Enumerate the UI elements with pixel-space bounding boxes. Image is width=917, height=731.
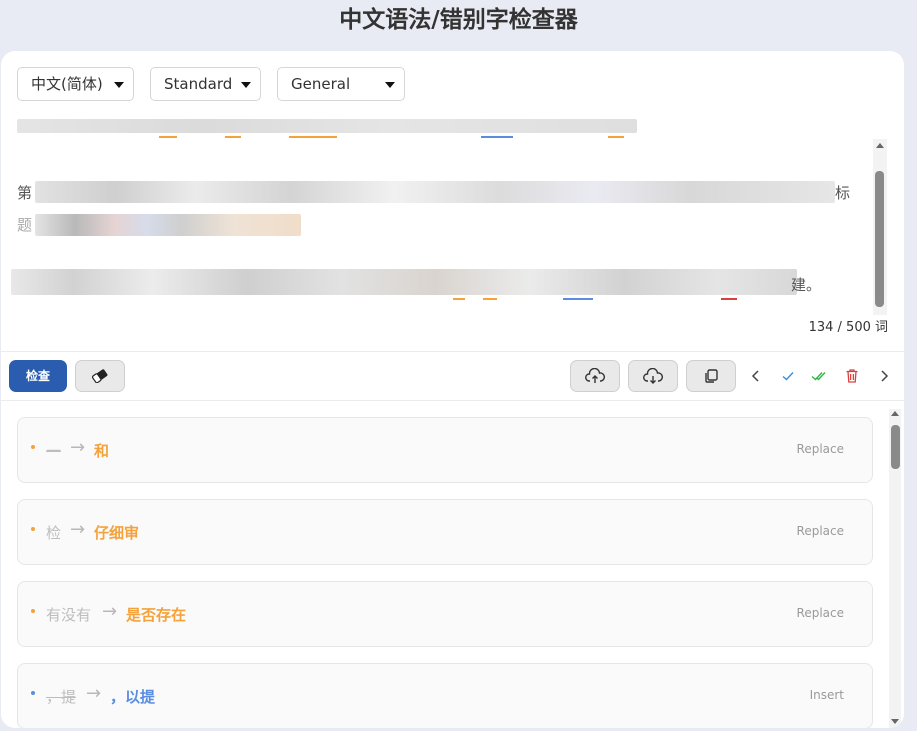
word-count: 134 / 500 词 bbox=[808, 320, 888, 335]
suggestion-action: Insert bbox=[809, 688, 844, 702]
editor-scrollbar-thumb[interactable] bbox=[875, 171, 884, 307]
suggestion-dot bbox=[31, 609, 35, 613]
suggestion-list: 一 → 和 Replace 检 → 仔细审 Replace 有没有 → 是否存在… bbox=[1, 401, 904, 728]
domain-select-value: General bbox=[291, 75, 351, 93]
trash-icon bbox=[846, 369, 858, 383]
suggestion-scrollbar-thumb[interactable] bbox=[891, 425, 900, 469]
editor-text: 建。 bbox=[791, 276, 822, 294]
suggestion-dot bbox=[31, 691, 35, 695]
suggestion-dot bbox=[31, 527, 35, 531]
cloud-download-icon bbox=[643, 368, 663, 384]
copy-button[interactable] bbox=[686, 360, 736, 392]
scroll-up-icon[interactable] bbox=[891, 411, 899, 416]
suggestion-replacement: 仔细审 bbox=[94, 524, 140, 542]
accept-button[interactable] bbox=[779, 367, 797, 385]
suggestion-original: 检 bbox=[46, 524, 62, 542]
divider bbox=[1, 351, 904, 352]
blurred-text-line bbox=[11, 269, 797, 295]
prev-suggestion-button[interactable] bbox=[747, 367, 765, 385]
editor-text: 第 bbox=[17, 184, 33, 202]
mode-select[interactable]: Standard bbox=[150, 67, 261, 101]
download-button[interactable] bbox=[628, 360, 678, 392]
accept-all-button[interactable] bbox=[811, 367, 829, 385]
delete-button[interactable] bbox=[843, 367, 861, 385]
blurred-text-line bbox=[17, 119, 637, 133]
chevron-left-icon bbox=[751, 370, 759, 382]
suggestion-replacement: ，以提 bbox=[110, 688, 156, 706]
suggestion-item[interactable]: ，提 → ，以提 Insert bbox=[17, 663, 873, 728]
text-editor[interactable]: 第 标 题 建。 bbox=[1, 119, 904, 351]
suggestion-item[interactable]: 有没有 → 是否存在 Replace bbox=[17, 581, 873, 647]
upload-button[interactable] bbox=[570, 360, 620, 392]
suggestion-original: 一 bbox=[46, 442, 62, 460]
checker-card: 中文(简体) Standard General 第 标 题 建。 134 / 5… bbox=[1, 51, 904, 728]
caret-down-icon bbox=[241, 82, 251, 88]
language-select-value: 中文(简体) bbox=[31, 75, 103, 93]
clear-button[interactable] bbox=[75, 360, 125, 392]
arrow-right-icon: → bbox=[70, 437, 86, 458]
chevron-right-icon bbox=[881, 370, 889, 382]
suggestion-action: Replace bbox=[796, 524, 844, 538]
error-underline bbox=[159, 136, 177, 138]
caret-down-icon bbox=[385, 82, 395, 88]
arrow-right-icon: → bbox=[86, 683, 102, 704]
cloud-upload-icon bbox=[585, 368, 605, 383]
caret-down-icon bbox=[114, 82, 124, 88]
domain-select[interactable]: General bbox=[277, 67, 405, 101]
error-underline bbox=[608, 136, 624, 138]
suggestion-replacement: 是否存在 bbox=[126, 606, 187, 624]
suggestion-action: Replace bbox=[796, 442, 844, 456]
error-underline bbox=[225, 136, 241, 138]
error-underline bbox=[289, 136, 337, 138]
language-select[interactable]: 中文(简体) bbox=[17, 67, 134, 101]
suggestion-dot bbox=[31, 445, 35, 449]
next-suggestion-button[interactable] bbox=[875, 367, 893, 385]
eraser-icon bbox=[91, 369, 108, 383]
error-underline bbox=[721, 298, 737, 300]
blurred-text-line bbox=[35, 214, 301, 236]
error-underline bbox=[483, 298, 497, 300]
copy-icon bbox=[705, 369, 718, 383]
suggestion-item[interactable]: 一 → 和 Replace bbox=[17, 417, 873, 483]
suggestion-original: 有没有 bbox=[46, 606, 92, 624]
page-title: 中文语法/错别字检查器 bbox=[339, 7, 578, 33]
suggestion-original: ，提 bbox=[46, 688, 77, 706]
blurred-text-line bbox=[35, 181, 835, 203]
error-underline bbox=[563, 298, 593, 300]
scroll-up-icon[interactable] bbox=[876, 143, 884, 148]
arrow-right-icon: → bbox=[70, 519, 86, 540]
editor-text: 标 bbox=[835, 184, 851, 202]
suggestion-item[interactable]: 检 → 仔细审 Replace bbox=[17, 499, 873, 565]
check-icon bbox=[782, 372, 794, 381]
check-button[interactable]: 检查 bbox=[9, 360, 67, 392]
error-underline bbox=[453, 298, 465, 300]
mode-select-value: Standard bbox=[164, 75, 233, 93]
double-check-icon bbox=[811, 372, 826, 381]
arrow-right-icon: → bbox=[102, 601, 118, 622]
suggestion-action: Replace bbox=[796, 606, 844, 620]
editor-text: 题 bbox=[17, 216, 33, 234]
suggestion-replacement: 和 bbox=[94, 442, 110, 460]
scroll-down-icon[interactable] bbox=[891, 719, 899, 724]
error-underline bbox=[481, 136, 513, 138]
